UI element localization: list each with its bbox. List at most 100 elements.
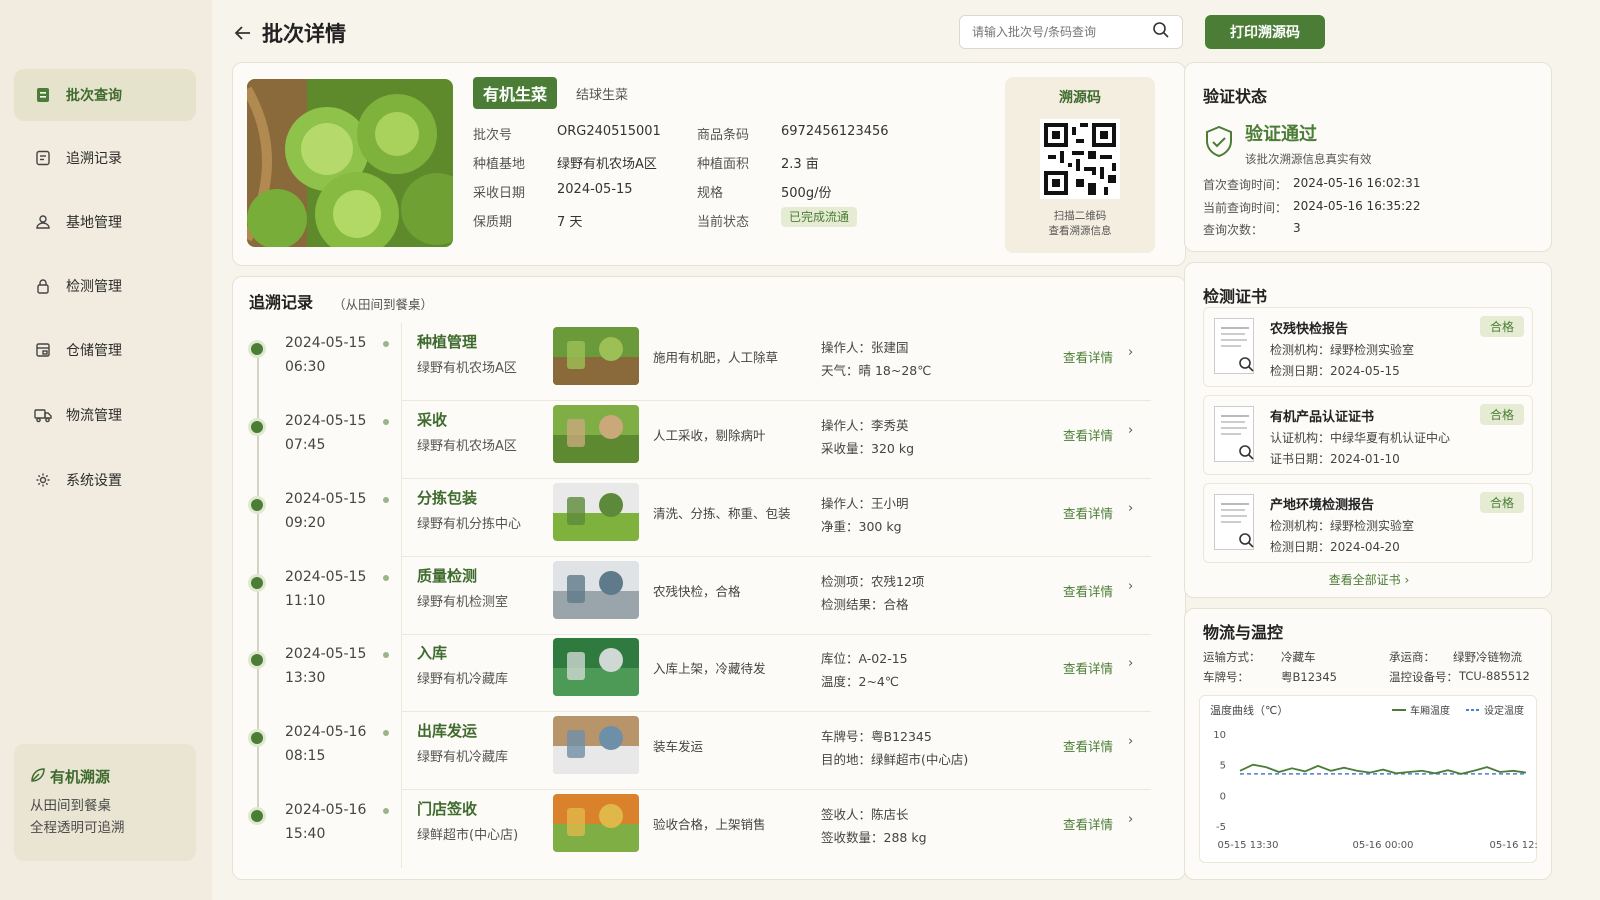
chevron-right-icon[interactable]: › — [1128, 812, 1133, 827]
sidebar-item-inspection[interactable]: 检测管理 — [14, 260, 196, 312]
certificate-doc-icon — [1214, 494, 1254, 550]
trace-stage: 分拣包装 — [417, 489, 478, 507]
chevron-right-icon[interactable]: › — [1128, 579, 1133, 594]
trace-stage: 出库发运 — [417, 722, 478, 740]
x-tick-label: 05-16 12:00 — [1489, 840, 1538, 851]
trace-desc: 施用有机肥，人工除草 — [653, 350, 779, 365]
sidebar-item-trace-record[interactable]: 追溯记录 — [14, 132, 196, 184]
trace-meta-1: 操作人：张建国 — [821, 340, 909, 355]
timeline-dot — [383, 652, 389, 658]
batch-number: ORG240515001 — [557, 124, 661, 139]
batch-search-icon — [34, 86, 52, 104]
trace-meta-2: 检测结果：合格 — [821, 597, 909, 612]
chevron-right-icon[interactable]: › — [1128, 501, 1133, 516]
product-variety: 结球生菜 — [576, 88, 629, 103]
trace-photo — [553, 483, 639, 541]
y-tick-label: 5 — [1220, 761, 1226, 772]
field-label: 商品条码 — [697, 128, 750, 143]
product-image — [247, 79, 453, 247]
view-details-link[interactable]: 查看详情 — [1063, 503, 1113, 522]
product-info-card: 有机生菜 结球生菜 批次号 ORG240515001 种植基地 绿野有机农场A区… — [232, 62, 1186, 266]
trace-row: 2024-05-15 07:45 采收 绿野有机农场A区 人工采收，剔除病叶 操作人：李秀… — [233, 401, 1187, 479]
logistics-title: 物流与温控 — [1203, 623, 1284, 642]
certificate-name: 产地环境检测报告 — [1270, 498, 1375, 513]
certificate-item[interactable]: 产地环境检测报告 检测机构：绿野检测实验室 检测日期：2024-04-20 合格 — [1203, 483, 1533, 563]
field-label: 采收日期 — [473, 186, 526, 201]
sidebar-item-label: 系统设置 — [66, 473, 122, 489]
chevron-right-icon[interactable]: › — [1128, 734, 1133, 749]
chevron-right-icon[interactable]: › — [1128, 345, 1133, 360]
y-tick-label: 0 — [1220, 791, 1226, 802]
plate-number: 粤B12345 — [1281, 670, 1337, 684]
harvest-date: 2024-05-15 — [557, 182, 633, 197]
qr-code[interactable] — [1040, 119, 1120, 199]
view-details-link[interactable]: 查看详情 — [1063, 814, 1113, 833]
certificate-name: 农残快检报告 — [1270, 322, 1349, 337]
current-query-label: 当前查询时间： — [1203, 201, 1288, 215]
promo-card: 有机溯源 从田间到餐桌 全程透明可追溯 — [14, 744, 196, 861]
sidebar-item-batch-search[interactable]: 批次查询 — [14, 69, 196, 121]
qr-hint-1: 扫描二维码 — [1053, 210, 1107, 222]
trace-meta-2: 净重：300 kg — [821, 519, 902, 534]
chevron-right-icon[interactable]: › — [1128, 423, 1133, 438]
trace-meta-2: 签收数量：288 kg — [821, 830, 927, 845]
timeline-node-icon — [248, 418, 266, 436]
promo-line-1: 从田间到餐桌 — [30, 798, 111, 814]
sidebar-item-storage[interactable]: 仓储管理 — [14, 324, 196, 376]
trace-date: 2024-05-15 — [285, 646, 367, 662]
print-trace-code-button[interactable]: 打印溯源码 — [1205, 15, 1325, 49]
divider — [401, 323, 402, 401]
trace-time: 15:40 — [285, 826, 326, 842]
trace-location: 绿野有机检测室 — [417, 595, 509, 610]
logistics-card: 物流与温控 运输方式： 冷藏车 承运商： 绿野冷链物流 车牌号： 粤B12345… — [1184, 608, 1552, 880]
verify-status-card: 验证状态 验证通过 该批次溯源信息真实有效 首次查询时间： 2024-05-16… — [1184, 62, 1552, 252]
sidebar-item-logistics[interactable]: 物流管理 — [14, 389, 196, 441]
certificate-item[interactable]: 有机产品认证证书 认证机构：中绿华夏有机认证中心 证书日期：2024-01-10 合格 — [1203, 395, 1533, 475]
trace-date: 2024-05-16 — [285, 724, 367, 740]
view-details-link[interactable]: 查看详情 — [1063, 658, 1113, 677]
chevron-right-icon[interactable]: › — [1128, 656, 1133, 671]
certificate-doc-icon — [1214, 406, 1254, 462]
timeline-node-icon — [248, 807, 266, 825]
timeline-dot — [383, 419, 389, 425]
trace-date: 2024-05-15 — [285, 491, 367, 507]
lock-icon — [34, 277, 52, 295]
trace-desc: 人工采收，剔除病叶 — [653, 428, 766, 443]
truck-icon — [34, 406, 52, 424]
shelf-life: 7 天 — [557, 215, 583, 230]
trace-record-icon — [34, 149, 52, 167]
trace-photo — [553, 561, 639, 619]
trace-photo — [553, 794, 639, 852]
trace-time: 11:10 — [285, 593, 326, 609]
plate-label: 车牌号： — [1203, 670, 1249, 684]
trace-stage: 采收 — [417, 411, 448, 429]
view-details-link[interactable]: 查看详情 — [1063, 736, 1113, 755]
back-arrow-icon[interactable] — [232, 22, 258, 44]
verify-status: 验证通过 — [1245, 124, 1317, 145]
view-all-certs-link[interactable]: 查看全部证书 › — [1185, 571, 1553, 588]
timeline-node-icon — [248, 729, 266, 747]
view-details-link[interactable]: 查看详情 — [1063, 581, 1113, 600]
chart-title: 温度曲线（℃） — [1210, 703, 1288, 717]
trace-row: 2024-05-15 11:10 质量检测 绿野有机检测室 农残快检，合格 检测项：农残1… — [233, 557, 1187, 635]
trace-time: 09:20 — [285, 515, 326, 531]
trace-meta-2: 温度：2~4℃ — [821, 674, 899, 689]
field-label: 当前状态 — [697, 215, 750, 230]
certificate-org: 检测机构：绿野检测实验室 — [1270, 519, 1415, 533]
sidebar-item-settings[interactable]: 系统设置 — [14, 454, 196, 506]
temperature-line — [1239, 763, 1527, 775]
sidebar-item-label: 批次查询 — [66, 88, 122, 104]
timeline-node-icon — [248, 496, 266, 514]
trace-photo — [553, 716, 639, 774]
view-details-link[interactable]: 查看详情 — [1063, 425, 1113, 444]
trace-location: 绿野有机分拣中心 — [417, 517, 522, 532]
trace-meta-1: 检测项：农残12项 — [821, 574, 925, 589]
search-input[interactable] — [972, 25, 1152, 39]
sidebar-item-base[interactable]: 基地管理 — [14, 196, 196, 248]
barcode: 6972456123456 — [781, 124, 889, 139]
sidebar-item-label: 追溯记录 — [66, 151, 122, 167]
view-details-link[interactable]: 查看详情 — [1063, 347, 1113, 366]
search-icon[interactable] — [1152, 21, 1170, 43]
trace-location: 绿野有机农场A区 — [417, 439, 517, 454]
certificate-item[interactable]: 农残快检报告 检测机构：绿野检测实验室 检测日期：2024-05-15 合格 — [1203, 307, 1533, 387]
